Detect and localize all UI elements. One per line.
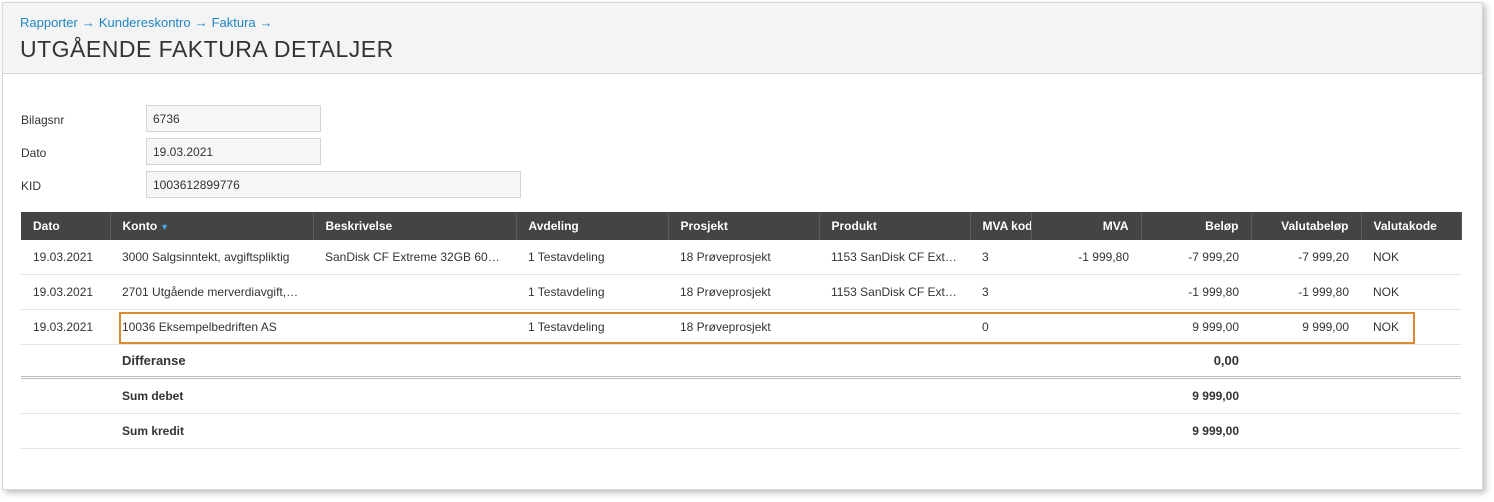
- page-header: Rapporter → Kundereskontro → Faktura → UTGÅEN…: [3, 3, 1482, 74]
- sort-desc-icon: ▼: [160, 222, 170, 232]
- cell-prosjekt: 18 Prøveprosjekt: [668, 274, 819, 310]
- cell-mva: [1031, 274, 1141, 310]
- differanse-row: Differanse 0,00: [21, 344, 1461, 379]
- cell-konto: 10036 Eksempelbedriften AS: [110, 309, 313, 345]
- col-header-prosjekt[interactable]: Prosjekt: [668, 212, 820, 240]
- col-header-konto[interactable]: Konto ▼: [110, 212, 314, 240]
- dato-label: Dato: [21, 146, 47, 160]
- kid-field[interactable]: 1003612899776: [146, 171, 521, 198]
- cell-beskrivelse: [313, 309, 516, 345]
- cell-konto: 3000 Salgsinntekt, avgiftspliktig: [110, 240, 313, 275]
- sum-debet-label: Sum debet: [110, 377, 313, 414]
- cell-mva: [1031, 309, 1141, 345]
- cell-prosjekt: 18 Prøveprosjekt: [668, 240, 819, 275]
- cell-belop: -7 999,20: [1141, 240, 1251, 275]
- bilagsnr-label: Bilagsnr: [21, 113, 65, 127]
- cell-belop: 9 999,00: [1141, 309, 1251, 345]
- col-header-produkt[interactable]: Produkt: [819, 212, 971, 240]
- col-header-beskrivelse[interactable]: Beskrivelse: [313, 212, 517, 240]
- cell-beskrivelse: SanDisk CF Extreme 32GB 60MB/s: [313, 240, 516, 275]
- differanse-label: Differanse: [110, 344, 313, 379]
- app-window: Rapporter → Kundereskontro → Faktura → UTGÅEN…: [2, 2, 1483, 490]
- col-header-mva-kode[interactable]: MVA kode: [970, 212, 1032, 240]
- cell-prosjekt: 18 Prøveprosjekt: [668, 309, 819, 345]
- breadcrumb-arrow-icon: →: [259, 15, 273, 30]
- invoice-lines-table: Dato Konto ▼ Beskrivelse Avdeling Prosjek…: [21, 212, 1462, 449]
- cell-dato: 19.03.2021: [21, 240, 110, 275]
- breadcrumb-rapporter[interactable]: Rapporter: [20, 15, 78, 30]
- cell-produkt: 1153 SanDisk CF Extreme: [819, 240, 970, 275]
- cell-dato: 19.03.2021: [21, 309, 110, 345]
- breadcrumb: Rapporter → Kundereskontro → Faktura →: [20, 15, 277, 30]
- breadcrumb-arrow-icon: →: [81, 15, 95, 30]
- table-row-highlighted[interactable]: 19.03.2021 10036 Eksempelbedriften AS 1 …: [21, 309, 1461, 345]
- bilagsnr-field[interactable]: 6736: [146, 105, 321, 132]
- cell-mva-kode: 3: [970, 274, 1031, 310]
- page-title: UTGÅENDE FAKTURA DETALJER: [20, 36, 394, 62]
- sum-debet-value: 9 999,00: [1141, 377, 1251, 414]
- sum-debet-row: Sum debet 9 999,00: [21, 377, 1461, 414]
- table-header-row: Dato Konto ▼ Beskrivelse Avdeling Prosjek…: [21, 212, 1462, 240]
- sum-kredit-value: 9 999,00: [1141, 413, 1251, 449]
- cell-beskrivelse: [313, 274, 516, 310]
- col-header-valutakode[interactable]: Valutakode: [1361, 212, 1462, 240]
- cell-avdeling: 1 Testavdeling: [516, 274, 668, 310]
- col-header-mva[interactable]: MVA: [1031, 212, 1142, 240]
- col-header-dato[interactable]: Dato: [21, 212, 111, 240]
- breadcrumb-faktura[interactable]: Faktura: [212, 15, 256, 30]
- table-row[interactable]: 19.03.2021 2701 Utgående merverdiavgift,…: [21, 274, 1461, 310]
- sum-kredit-label: Sum kredit: [110, 413, 313, 449]
- cell-mva-kode: 0: [970, 309, 1031, 345]
- cell-valutakode: NOK: [1361, 309, 1461, 345]
- cell-belop: -1 999,80: [1141, 274, 1251, 310]
- col-header-belop[interactable]: Beløp: [1141, 212, 1252, 240]
- cell-valutabelop: 9 999,00: [1251, 309, 1361, 345]
- cell-mva-kode: 3: [970, 240, 1031, 275]
- cell-valutakode: NOK: [1361, 240, 1461, 275]
- cell-valutabelop: -1 999,80: [1251, 274, 1361, 310]
- cell-avdeling: 1 Testavdeling: [516, 309, 668, 345]
- cell-avdeling: 1 Testavdeling: [516, 240, 668, 275]
- cell-konto: 2701 Utgående merverdiavgift, høy sats: [110, 274, 313, 310]
- col-header-konto-label: Konto: [122, 219, 158, 233]
- cell-mva: -1 999,80: [1031, 240, 1141, 275]
- col-header-valutabelop[interactable]: Valutabeløp: [1251, 212, 1362, 240]
- table-row[interactable]: 19.03.2021 3000 Salgsinntekt, avgiftspli…: [21, 240, 1461, 275]
- cell-valutakode: NOK: [1361, 274, 1461, 310]
- differanse-value: 0,00: [1141, 344, 1251, 379]
- cell-valutabelop: -7 999,20: [1251, 240, 1361, 275]
- kid-label: KID: [21, 179, 42, 193]
- dato-field[interactable]: 19.03.2021: [146, 138, 321, 165]
- breadcrumb-kundereskontro[interactable]: Kundereskontro: [99, 15, 191, 30]
- cell-dato: 19.03.2021: [21, 274, 110, 310]
- breadcrumb-arrow-icon: →: [194, 15, 208, 30]
- col-header-avdeling[interactable]: Avdeling: [516, 212, 669, 240]
- cell-produkt: 1153 SanDisk CF Extreme: [819, 274, 970, 310]
- sum-kredit-row: Sum kredit 9 999,00: [21, 413, 1461, 449]
- cell-produkt: [819, 309, 970, 345]
